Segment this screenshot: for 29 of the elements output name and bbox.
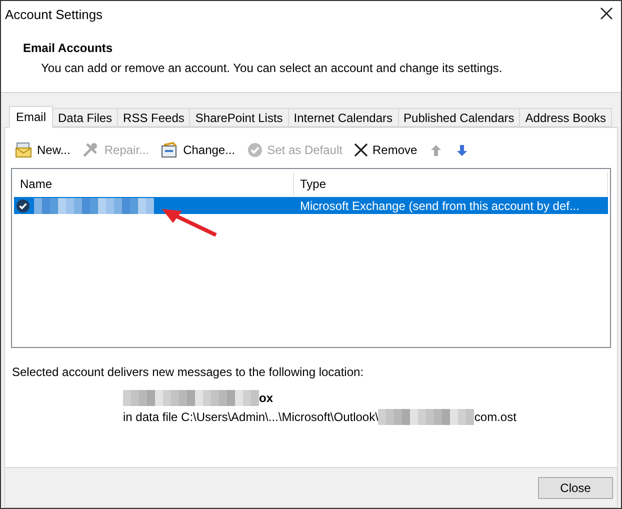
toolbar-button[interactable]: New... — [15, 141, 70, 159]
section-description: You can add or remove an account. You can select an account and change its settings. — [40, 60, 504, 77]
move-down-button[interactable] — [455, 142, 470, 158]
close-button[interactable]: Close — [538, 476, 613, 498]
data-file-extension: com.ost — [474, 409, 516, 426]
tab[interactable]: Email — [9, 106, 54, 128]
location-text: Selected account delivers new messages to the following location: — [12, 364, 365, 381]
envelope-icon — [15, 142, 33, 158]
tab[interactable]: Address Books — [519, 108, 612, 127]
tab[interactable]: RSS Feeds — [117, 108, 190, 127]
folder-icon — [161, 142, 180, 158]
column-header[interactable]: Type — [294, 172, 608, 196]
toolbar-button[interactable]: Change... — [161, 141, 236, 159]
column-header[interactable]: Name — [14, 172, 294, 196]
tab[interactable]: Published Calendars — [398, 108, 520, 127]
mailbox-name: ox — [259, 390, 274, 407]
tab[interactable]: Internet Calendars — [288, 108, 399, 127]
check-circle-icon — [247, 142, 264, 158]
window-title: Account Settings — [5, 6, 103, 24]
section-title: Email Accounts — [23, 40, 114, 57]
x-icon — [354, 143, 368, 157]
account-row[interactable]: Microsoft Exchange (send from this account by def... — [14, 197, 608, 214]
toolbar-button[interactable]: Remove — [354, 141, 418, 159]
data-file-path: in data file C:\Users\Admin\...\Microsoft\Outlook\ — [123, 409, 378, 426]
table-cell-text: Microsoft Exchange (send from this account by def... — [299, 198, 580, 214]
arrow-annotation — [160, 207, 218, 237]
tab[interactable]: Data Files — [52, 108, 118, 127]
tab[interactable]: SharePoint Lists — [189, 108, 289, 127]
close-icon[interactable] — [600, 7, 613, 20]
